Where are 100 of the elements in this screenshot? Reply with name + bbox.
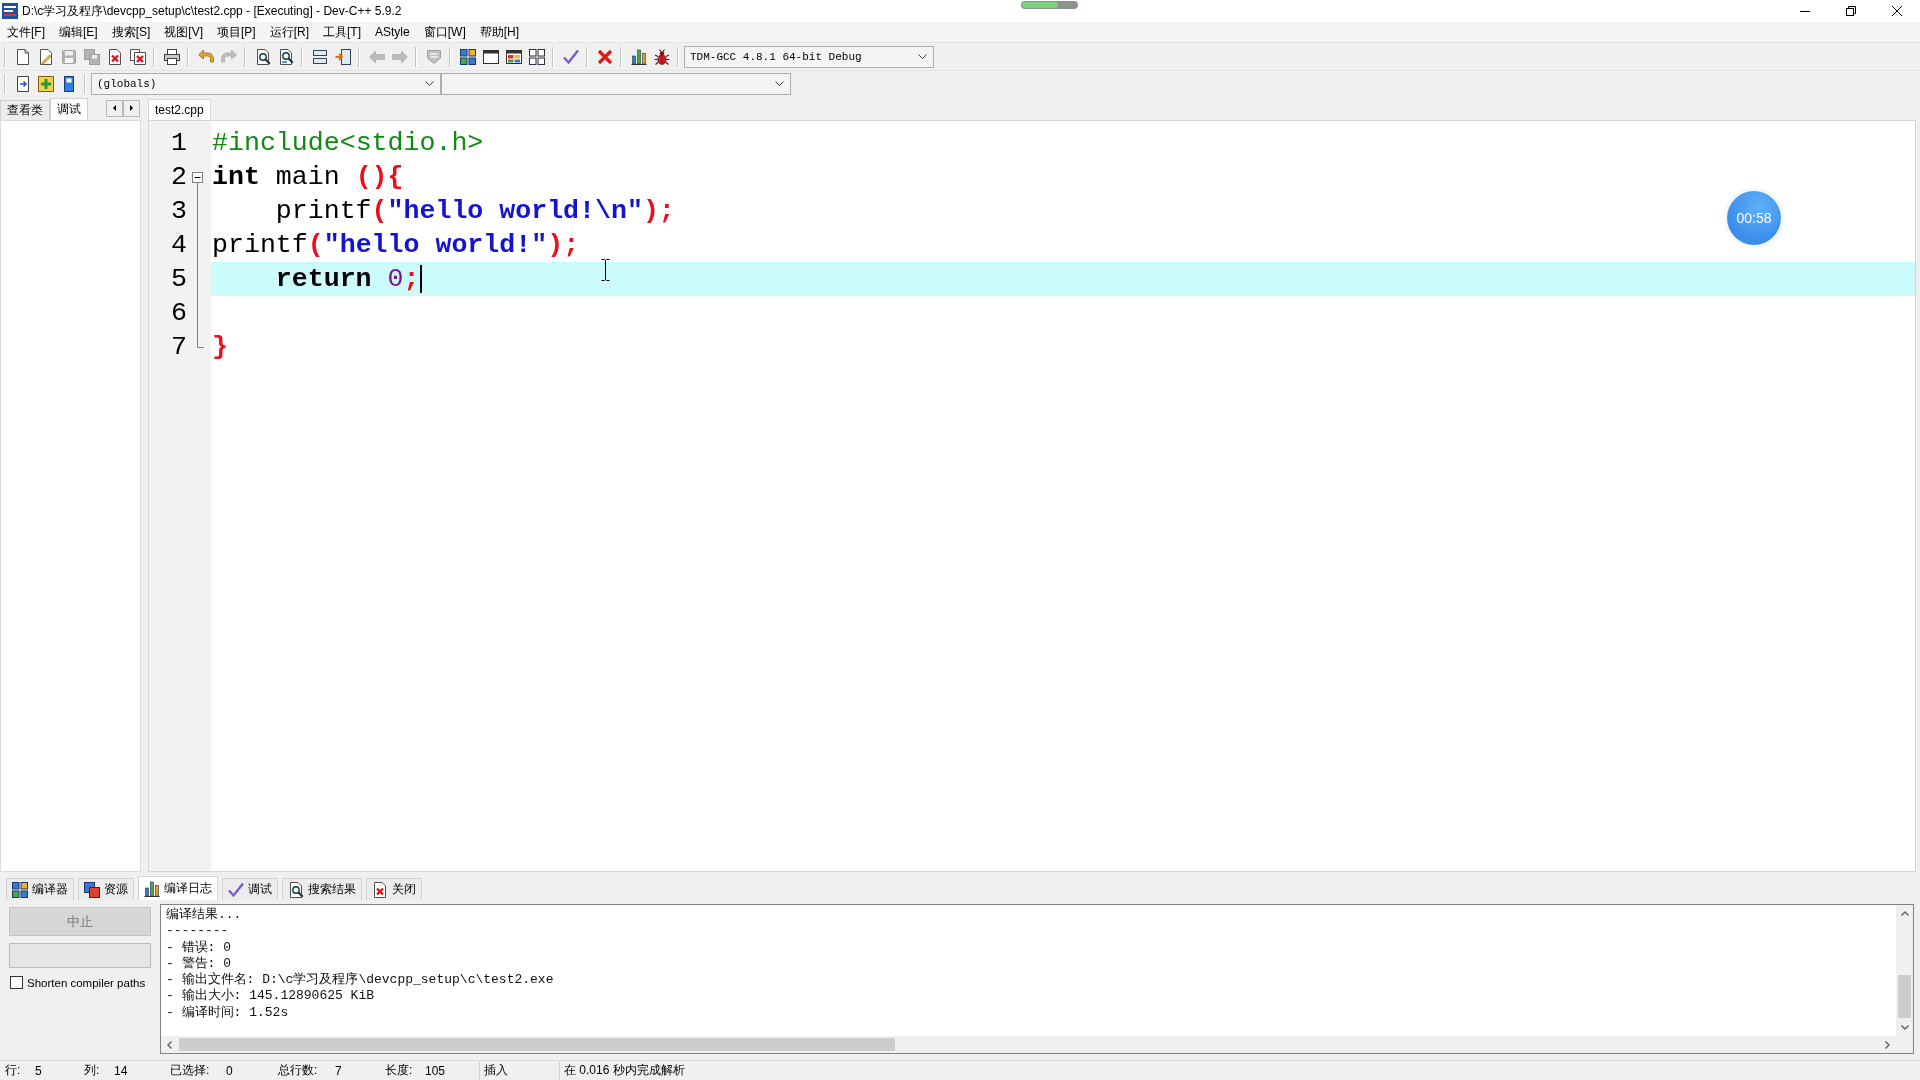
status-label: 行:: [5, 1062, 22, 1079]
log-line: - 错误: 0: [166, 939, 231, 956]
menu-item[interactable]: 工具[T]: [316, 22, 369, 42]
fold-marker-icon[interactable]: [192, 172, 204, 348]
panel-tab[interactable]: 查看类: [0, 100, 50, 120]
status-label: 总行数:: [278, 1062, 319, 1079]
status-label: 已选择:: [170, 1062, 211, 1079]
panel-tab[interactable]: 调试: [222, 878, 278, 900]
triangle-right-icon: [130, 105, 133, 111]
scrollbar-thumb[interactable]: [1898, 975, 1911, 1018]
line-number: 1: [171, 129, 187, 157]
compiler-dropdown[interactable]: TDM-GCC 4.8.1 64-bit Debug: [684, 45, 934, 68]
horizontal-scrollbar[interactable]: [161, 1036, 1896, 1053]
tab-scroll-left-button[interactable]: [106, 99, 123, 117]
tab-scroll-right-button[interactable]: [123, 99, 140, 117]
restore-icon[interactable]: [1846, 6, 1856, 16]
page-cross-icon[interactable]: [106, 48, 123, 65]
checkbox-label[interactable]: Shorten compiler paths: [27, 976, 146, 989]
four-squares-icon[interactable]: [459, 48, 476, 65]
log-line: - 警告: 0: [166, 955, 231, 972]
bug-icon[interactable]: [653, 48, 670, 65]
menu-item[interactable]: AStyle: [368, 22, 417, 42]
menu-item[interactable]: 编辑[E]: [52, 22, 105, 42]
blank-page-icon[interactable]: [14, 48, 31, 65]
chevron-down-icon[interactable]: [775, 81, 784, 86]
window-title: D:\c学习及程序\devcpp_setup\c\test2.cpp - [Executing] - Dev-C++ 5.9.2: [22, 2, 402, 20]
status-value: 5: [35, 1063, 42, 1078]
panel-tab[interactable]: 调试: [50, 98, 88, 120]
chevron-down-icon[interactable]: [425, 81, 434, 86]
four-squares-icon: [12, 881, 28, 898]
panel-tab[interactable]: 关闭: [366, 878, 422, 900]
scrollbar-thumb[interactable]: [179, 1038, 895, 1051]
code-line: printf("hello world!\n");: [274, 197, 675, 225]
line-number: 3: [171, 197, 187, 225]
log-line: - 输出大小: 145.12890625 KiB: [166, 988, 375, 1005]
i-beam-cursor-icon: [601, 259, 610, 281]
stacked-boxes-icon[interactable]: [311, 48, 328, 65]
page-magnifier-icon[interactable]: [277, 48, 294, 65]
status-text: 在 0.016 秒内完成解析: [564, 1062, 685, 1079]
status-value: 14: [114, 1063, 128, 1078]
file-tab[interactable]: test2.cpp: [148, 99, 211, 120]
page-magnifier-icon[interactable]: [254, 48, 271, 65]
tiled-window-icon[interactable]: [505, 48, 522, 65]
code-line: int main (){: [212, 163, 404, 191]
menu-item[interactable]: 项目[P]: [210, 22, 263, 42]
timer-badge: 00:58: [1727, 191, 1781, 245]
chevron-left-icon[interactable]: [167, 1040, 172, 1049]
window-icon[interactable]: [482, 48, 499, 65]
scope-name: (globals): [97, 77, 157, 90]
log-line: - 输出文件名: D:\c学习及程序\devcpp_setup\c\test2.exe: [166, 972, 554, 988]
text-caret-icon: [420, 265, 423, 293]
page-pencil-icon[interactable]: [37, 48, 54, 65]
menu-item[interactable]: 运行[R]: [262, 22, 317, 42]
code-line: #include<stdio.h>: [212, 129, 484, 157]
page-magnifier-icon: [288, 881, 304, 898]
code-line: }: [212, 333, 228, 361]
log-line: - 编译时间: 1.52s: [166, 1004, 289, 1022]
checkmark-icon[interactable]: [562, 48, 579, 65]
log-line: 编译结果...: [166, 907, 242, 924]
log-line: --------: [166, 923, 229, 940]
menu-item[interactable]: 文件[F]: [0, 22, 52, 42]
undo-icon[interactable]: [197, 48, 214, 65]
panel-tab[interactable]: 编译器: [6, 878, 74, 900]
line-number: 6: [171, 299, 187, 327]
scope-dropdown[interactable]: (globals): [91, 72, 441, 95]
close-icon[interactable]: [1892, 6, 1902, 16]
code-line: printf("hello world!");: [212, 231, 580, 259]
checkbox[interactable]: [10, 976, 23, 989]
menu-item[interactable]: 搜索[S]: [104, 22, 158, 42]
arrow-into-box-icon[interactable]: [334, 48, 351, 65]
code-line: return 0;: [274, 265, 420, 293]
bar-chart-icon: [144, 880, 160, 897]
cross-icon[interactable]: [596, 48, 613, 65]
menu-item[interactable]: 窗口[W]: [416, 22, 473, 42]
panel-tab[interactable]: 资源: [78, 878, 134, 900]
chevron-right-icon[interactable]: [1885, 1040, 1890, 1049]
pages-cross-icon[interactable]: [129, 48, 146, 65]
handle-bar-icon: [1021, 1, 1078, 9]
compiler-name: TDM-GCC 4.8.1 64-bit Debug: [690, 50, 862, 63]
printer-icon[interactable]: [163, 48, 180, 65]
plus-square-icon[interactable]: [37, 75, 54, 92]
chevron-down-icon[interactable]: [1900, 1025, 1909, 1030]
vertical-scrollbar[interactable]: [1896, 905, 1913, 1036]
chevron-down-icon[interactable]: [918, 54, 927, 59]
status-value: 7: [335, 1063, 342, 1078]
triangle-left-icon: [113, 105, 116, 111]
grid-outline-icon[interactable]: [528, 48, 545, 65]
line-number: 2: [171, 163, 187, 191]
chevron-up-icon[interactable]: [1900, 911, 1909, 916]
menu-item[interactable]: 视图[V]: [157, 22, 210, 42]
line-number: 4: [171, 231, 187, 259]
panel-tab[interactable]: 编译日志: [138, 876, 218, 900]
status-label: 列:: [84, 1062, 101, 1079]
bar-chart-icon[interactable]: [630, 48, 647, 65]
minimize-icon[interactable]: [1800, 10, 1810, 12]
line-number: 7: [171, 333, 187, 361]
line-number: 5: [171, 265, 187, 293]
menu-item[interactable]: 帮助[H]: [472, 22, 527, 42]
page-cross-icon: [372, 881, 388, 898]
panel-tab[interactable]: 搜索结果: [282, 878, 362, 900]
